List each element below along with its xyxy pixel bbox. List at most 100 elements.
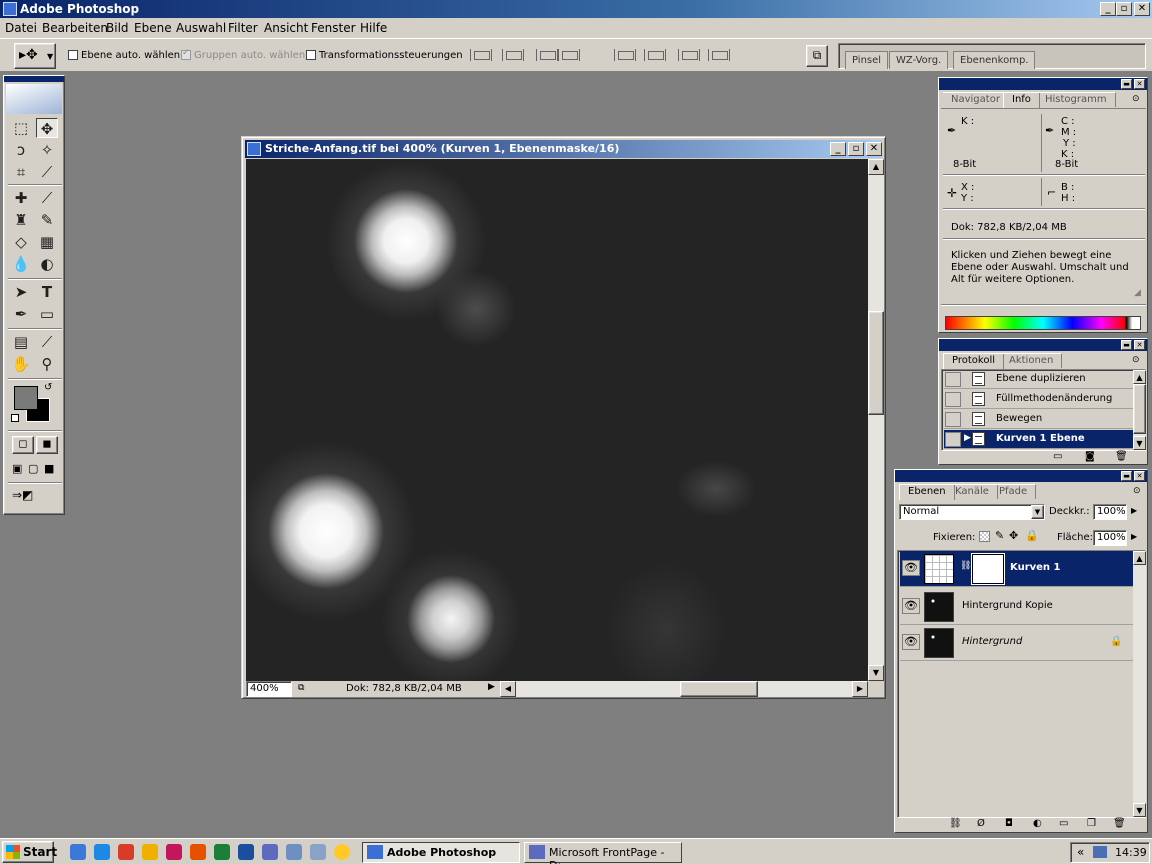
new-layer-icon[interactable]: ❐	[1087, 818, 1096, 829]
distribute-left-icon[interactable]	[678, 49, 700, 61]
list-item[interactable]: Füllmethodenänderung	[944, 390, 1134, 409]
word-icon[interactable]	[238, 844, 254, 860]
fill-slider-arrow-icon[interactable]: ▶	[1131, 532, 1137, 541]
history-scrollbar[interactable]: ▲ ▼	[1133, 370, 1146, 450]
history-scroll-down-button[interactable]: ▼	[1133, 436, 1146, 450]
align-vcenter-icon[interactable]	[502, 49, 524, 61]
status-menu-arrow-icon[interactable]: ▶	[488, 682, 495, 692]
align-bottom-icon[interactable]	[536, 49, 558, 61]
layer-row[interactable]: 👁 Hintergrund Kopie	[900, 589, 1134, 625]
layer-mask-thumbnail[interactable]	[972, 554, 1004, 584]
messenger-icon[interactable]	[334, 844, 350, 860]
list-item[interactable]: Ebene duplizieren	[944, 370, 1134, 389]
scroll-left-button[interactable]: ◀	[500, 681, 516, 697]
magic-wand-tool-icon[interactable]: ✧	[36, 140, 58, 160]
list-item-selected[interactable]: ▶ Kurven 1 Ebene	[944, 430, 1134, 449]
move-tool-icon[interactable]: ✥	[36, 118, 58, 138]
history-brush-source-box[interactable]	[945, 372, 961, 387]
document-minimize-button[interactable]: _	[830, 142, 846, 156]
tab-actions[interactable]: Aktionen	[1001, 353, 1063, 368]
menu-ebene[interactable]: Ebene	[134, 21, 172, 35]
pen-tool-icon[interactable]: ✒	[10, 304, 32, 324]
image-canvas[interactable]	[246, 159, 868, 681]
crop-tool-icon[interactable]: ⌗	[10, 162, 32, 182]
lock-transparency-icon[interactable]	[979, 531, 990, 542]
explorer-icon[interactable]	[286, 844, 302, 860]
history-brush-source-box[interactable]	[945, 432, 961, 447]
tab-navigator[interactable]: Navigator	[943, 92, 1009, 107]
add-mask-icon[interactable]: ◘	[1005, 818, 1013, 829]
healing-brush-tool-icon[interactable]: ✚	[10, 188, 32, 208]
layers-menu-arrow-icon[interactable]: ⊙	[1133, 486, 1141, 496]
close-button[interactable]: ✕	[1134, 2, 1150, 16]
history-brush-source-box[interactable]	[945, 392, 961, 407]
quick-mask-button[interactable]: ◼	[36, 436, 58, 454]
list-item[interactable]: Bewegen	[944, 410, 1134, 429]
tab-history[interactable]: Protokoll	[943, 353, 1005, 369]
distribute-top-icon[interactable]	[614, 49, 636, 61]
info-palette-minimize-button[interactable]: ▬	[1121, 79, 1132, 89]
color-ramp[interactable]	[945, 316, 1141, 330]
path-selection-tool-icon[interactable]: ➤	[10, 282, 32, 302]
new-snapshot-icon[interactable]: ◙	[1085, 451, 1095, 462]
well-tab-layer-comps[interactable]: Ebenenkomp.	[953, 51, 1036, 69]
auto-select-layer-checkbox[interactable]	[68, 50, 78, 60]
history-scroll-up-button[interactable]: ▲	[1133, 370, 1146, 384]
lock-pixels-icon[interactable]: ✎	[995, 529, 1004, 542]
screen-mode-standard-icon[interactable]: ▣	[12, 462, 22, 475]
scroll-down-button[interactable]: ▼	[868, 665, 884, 681]
swap-colors-icon[interactable]: ↺	[44, 382, 52, 393]
menu-datei[interactable]: Datei	[5, 21, 37, 35]
history-scroll-thumb[interactable]	[1133, 384, 1146, 434]
opacity-field[interactable]: 100%	[1093, 504, 1127, 520]
layer-row[interactable]: 👁 Hintergrund 🔒	[900, 625, 1134, 661]
excel-icon[interactable]	[214, 844, 230, 860]
menu-hilfe[interactable]: Hilfe	[360, 21, 387, 35]
zoom-field[interactable]: 400%	[246, 681, 292, 697]
powerpoint-icon[interactable]	[190, 844, 206, 860]
layers-scroll-up-button[interactable]: ▲	[1133, 551, 1146, 565]
layers-scrollbar[interactable]: ▲ ▼	[1133, 551, 1146, 817]
publisher-icon[interactable]	[166, 844, 182, 860]
vertical-scrollbar[interactable]: ▲ ▼	[868, 159, 884, 681]
zoom-tool-icon[interactable]: ⚲	[36, 354, 58, 374]
layers-scroll-down-button[interactable]: ▼	[1133, 803, 1146, 817]
horizontal-scrollbar[interactable]: ◀ ▶	[500, 681, 868, 697]
menu-auswahl[interactable]: Auswahl	[176, 21, 226, 35]
new-group-icon[interactable]: ▭	[1059, 818, 1068, 829]
transform-controls-checkbox[interactable]	[306, 50, 316, 60]
mask-link-icon[interactable]: ⛓	[960, 561, 971, 571]
menu-bearbeiten[interactable]: Bearbeiten	[42, 21, 108, 35]
new-document-from-state-icon[interactable]: ▭	[1053, 451, 1062, 462]
layers-palette-close-button[interactable]: ✕	[1134, 471, 1145, 481]
feather-logo[interactable]	[6, 84, 62, 114]
align-top-icon[interactable]	[470, 49, 492, 61]
eraser-tool-icon[interactable]: ◇	[10, 232, 32, 252]
distribute-right-icon[interactable]	[708, 49, 730, 61]
vertical-scroll-thumb[interactable]	[868, 311, 884, 415]
rectangle-tool-icon[interactable]: ▭	[36, 304, 58, 324]
blur-tool-icon[interactable]: 💧	[10, 254, 32, 274]
document-close-button[interactable]: ✕	[866, 142, 882, 156]
history-brush-source-box[interactable]	[945, 412, 961, 427]
tab-histogram[interactable]: Histogramm	[1037, 92, 1116, 107]
default-colors-icon[interactable]	[11, 414, 19, 422]
network-icon[interactable]	[1093, 846, 1107, 858]
browser-icon[interactable]	[94, 844, 110, 860]
well-tab-brushes[interactable]: Pinsel	[845, 51, 889, 69]
history-palette-minimize-button[interactable]: ▬	[1121, 340, 1132, 350]
lasso-tool-icon[interactable]: ↄ	[10, 140, 32, 160]
lock-position-icon[interactable]: ✥	[1009, 529, 1018, 542]
palette-menu-arrow-icon[interactable]: ⊙	[1132, 94, 1140, 104]
resize-grip-icon[interactable]: ◢	[1134, 288, 1141, 298]
screen-mode-full-menu-icon[interactable]: ▢	[28, 462, 38, 475]
slice-tool-icon[interactable]: ⟋	[36, 162, 58, 182]
lock-all-icon[interactable]: 🔒	[1025, 529, 1039, 542]
eye-icon[interactable]: 👁	[902, 634, 920, 650]
layer-row-selected[interactable]: 👁 ⛓ Kurven 1	[900, 551, 1134, 587]
eye-icon[interactable]: 👁	[902, 598, 920, 614]
eye-icon[interactable]: 👁	[902, 560, 920, 576]
gradient-tool-icon[interactable]: ▦	[36, 232, 58, 252]
standard-mode-button[interactable]: ◻	[12, 436, 34, 454]
file-browser-icon[interactable]: ⧉	[806, 45, 828, 67]
